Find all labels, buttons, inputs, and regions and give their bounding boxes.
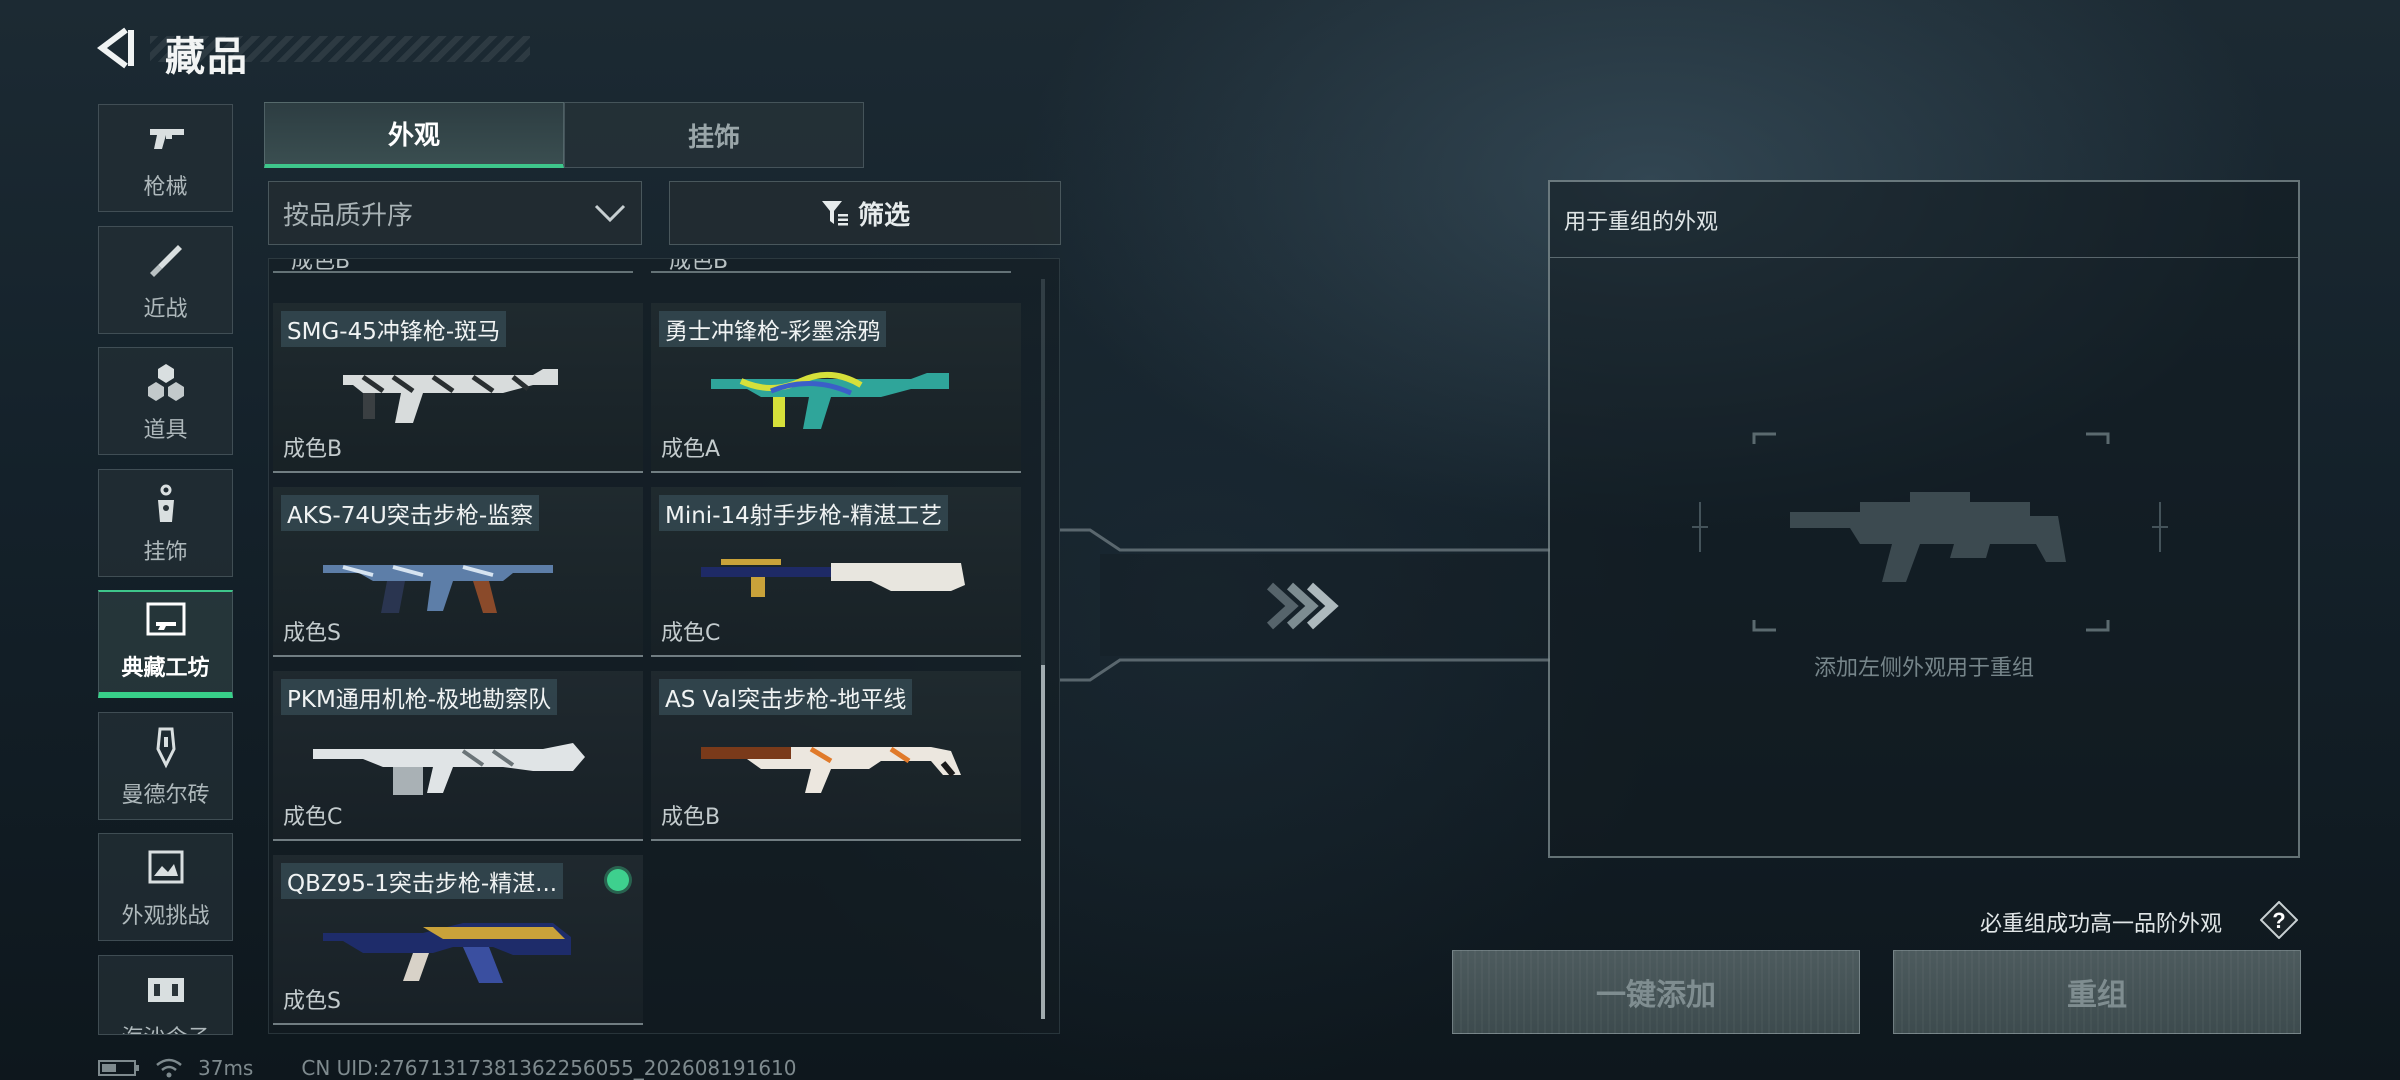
filter-button[interactable]: 筛选 xyxy=(669,181,1061,245)
recombine-header: 用于重组的外观 xyxy=(1550,182,2298,258)
sidebar-item-label: 海沙令子 xyxy=(121,1020,209,1034)
skin-card-valiant-smg[interactable]: 勇士冲锋枪-彩墨涂鸦 成色A xyxy=(651,303,1021,473)
sidebar-item-label: 近战 xyxy=(143,297,188,322)
rifle-placeholder-icon xyxy=(1790,492,2066,582)
skin-name: SMG-45冲锋枪-斑马 xyxy=(281,311,507,347)
tab-charms[interactable]: 挂饰 xyxy=(564,102,864,168)
battery-icon xyxy=(98,1060,139,1076)
sidebar-item-label: 枪械 xyxy=(143,175,188,200)
sort-selected-value: 按品质升序 xyxy=(283,200,414,231)
skin-card-qbz95[interactable]: QBZ95-1突击步枪-精湛... 成色S xyxy=(273,855,643,1025)
filter-label: 筛选 xyxy=(857,200,910,231)
skin-grade: 成色S xyxy=(283,621,341,646)
transfer-connector xyxy=(1060,528,1550,682)
skin-card-aks74u[interactable]: AKS-74U突击步枪-监察 成色S xyxy=(273,487,643,657)
rifle-image xyxy=(701,746,961,793)
sidebar-item-label: 曼德尔砖 xyxy=(121,783,210,808)
skin-card-mini14[interactable]: Mini-14射手步枪-精湛工艺 成色C xyxy=(651,487,1021,657)
chevron-down-icon xyxy=(594,204,626,223)
help-button[interactable]: ? xyxy=(2259,900,2299,940)
rifle-image xyxy=(323,565,553,613)
skin-card-smg45[interactable]: SMG-45冲锋枪-斑马 成色B xyxy=(273,303,643,473)
knife-icon xyxy=(149,245,182,277)
skin-grade: 成色C xyxy=(661,621,721,646)
sidebar-item-mandel-brick[interactable]: 曼德尔砖 xyxy=(98,712,233,820)
sidebar-item-label: 道具 xyxy=(143,418,188,443)
partial-card-grade: 成色B xyxy=(273,259,633,273)
ping-text: 37ms xyxy=(198,1056,254,1080)
charm-icon xyxy=(157,484,174,522)
skin-grade: 成色B xyxy=(661,805,721,830)
page-title: 藏品 xyxy=(165,34,249,80)
gate-icon xyxy=(147,978,184,1002)
question-icon: ? xyxy=(2259,900,2299,940)
partial-row: 成色B 成色B xyxy=(269,259,1059,287)
grid-scrollbar-thumb[interactable] xyxy=(1041,665,1045,1019)
skin-name: PKM通用机枪-极地勘察队 xyxy=(281,679,558,715)
skin-name: AS Val突击步枪-地平线 xyxy=(659,679,913,715)
partial-card-grade: 成色B xyxy=(651,259,1011,273)
sidebar-item-label: 典藏工坊 xyxy=(121,656,210,681)
skin-name: Mini-14射手步枪-精湛工艺 xyxy=(659,495,949,531)
wifi-icon xyxy=(156,1058,182,1078)
recombine-panel: 用于重组的外观 添加左侧外观用于重组 xyxy=(1548,180,2300,858)
pistol-icon xyxy=(149,129,184,149)
tab-skins[interactable]: 外观 xyxy=(264,102,564,168)
sidebar-item-workshop[interactable]: 典藏工坊 xyxy=(98,590,233,698)
back-arrow-icon xyxy=(97,27,134,69)
smg-image xyxy=(711,371,949,429)
sidebar-item-charms[interactable]: 挂饰 xyxy=(98,469,233,577)
skin-card-as-val[interactable]: AS Val突击步枪-地平线 成色B xyxy=(651,671,1021,841)
workshop-frame-icon xyxy=(146,602,185,636)
sidebar-item-props[interactable]: 道具 xyxy=(98,347,233,455)
sidebar-item-more[interactable]: 海沙令子 xyxy=(98,955,233,1035)
skin-name: 勇士冲锋枪-彩墨涂鸦 xyxy=(659,311,887,347)
help-label: ? xyxy=(2272,908,2285,933)
skin-grade: 成色C xyxy=(283,805,343,830)
category-tabs: 外观 挂饰 xyxy=(264,102,864,168)
recombine-button[interactable]: 重组 xyxy=(1893,950,2301,1034)
machine-gun-image xyxy=(313,743,585,795)
back-button[interactable] xyxy=(96,24,144,72)
skin-grade: 成色A xyxy=(661,437,721,462)
add-all-button[interactable]: 一键添加 xyxy=(1452,950,1860,1034)
uid-text: CN UID:27671317381362256055_202608191610 xyxy=(301,1056,797,1080)
recombine-slot[interactable] xyxy=(1670,432,2190,632)
skin-name: QBZ95-1突击步枪-精湛... xyxy=(281,863,564,899)
mandel-brick-icon xyxy=(155,727,176,769)
status-bar: 37ms CN UID:27671317381362256055_2026081… xyxy=(98,1056,811,1080)
rifle-image xyxy=(701,559,965,597)
sidebar-item-guns[interactable]: 枪械 xyxy=(98,104,233,212)
sidebar-item-label: 挂饰 xyxy=(143,540,188,565)
sidebar-item-label: 外观挑战 xyxy=(121,904,210,929)
sidebar-item-skin-challenge[interactable]: 外观挑战 xyxy=(98,833,233,941)
skin-grade: 成色B xyxy=(283,437,343,462)
recombine-hint: 添加左侧外观用于重组 xyxy=(1813,656,2034,681)
guarantee-note: 必重组成功高一品阶外观 xyxy=(1980,912,2223,937)
skin-name: AKS-74U突击步枪-监察 xyxy=(281,495,540,531)
skin-grade: 成色S xyxy=(283,989,341,1014)
skin-grid[interactable]: 成色B 成色B SMG-45冲锋枪-斑马 成色B 勇士冲锋枪-彩墨涂鸦 成色A … xyxy=(268,258,1060,1034)
filter-icon xyxy=(821,201,848,226)
grenade-icon xyxy=(147,364,184,401)
sort-dropdown[interactable]: 按品质升序 xyxy=(268,181,642,245)
rifle-image xyxy=(323,923,571,983)
challenge-image-icon xyxy=(148,850,183,884)
skin-card-pkm[interactable]: PKM通用机枪-极地勘察队 成色C xyxy=(273,671,643,841)
sidebar-item-melee[interactable]: 近战 xyxy=(98,226,233,334)
selected-indicator xyxy=(607,869,629,891)
smg-image xyxy=(343,369,558,423)
recombine-title: 用于重组的外观 xyxy=(1564,210,1719,235)
